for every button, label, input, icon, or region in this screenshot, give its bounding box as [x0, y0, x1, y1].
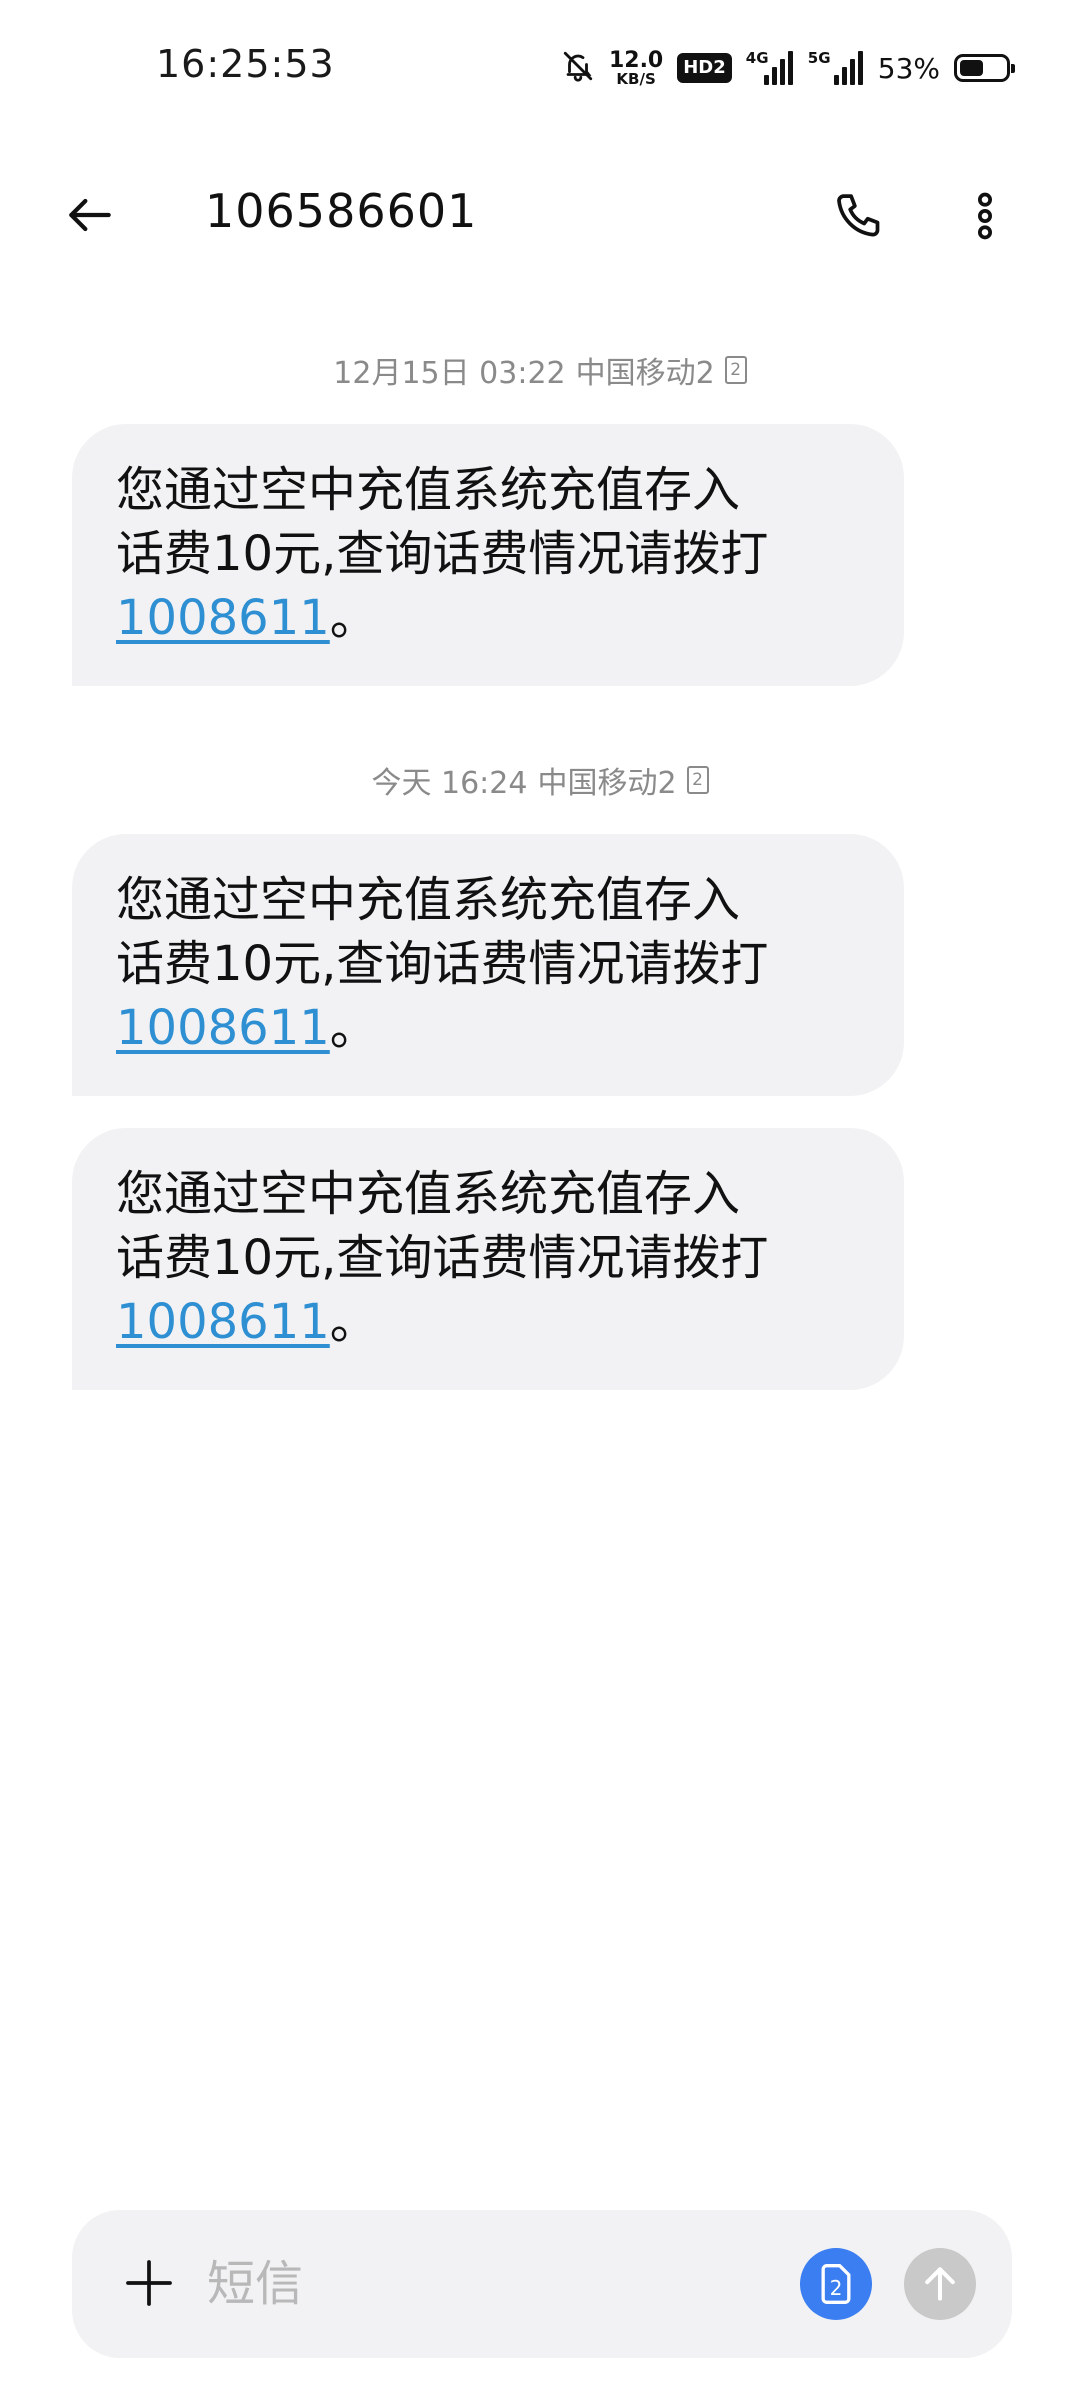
message-text-line: 您通过空中充值系统充值存入	[116, 872, 741, 928]
signal-icon: 5G	[807, 49, 864, 85]
message-time: 今天 16:24	[371, 766, 528, 801]
network-speed: 12.0 KB/S	[608, 47, 664, 88]
app-bar: 106586601	[0, 160, 1080, 270]
attach-button[interactable]	[116, 2250, 182, 2316]
plus-icon	[126, 2260, 172, 2306]
more-options-button[interactable]	[955, 186, 1015, 246]
compose-bar: 2	[72, 2210, 1012, 2358]
status-time: 16:25:53	[156, 42, 335, 86]
status-bar: 16:25:53 12.0 KB/S HD2 4G 5G 53%	[0, 0, 1080, 140]
signal-label-4g: 4G	[745, 49, 769, 67]
more-vert-icon	[977, 192, 993, 240]
message-suffix: 。	[329, 1000, 378, 1056]
message-text-line: 话费10元,查询话费情况请拨打	[116, 1230, 769, 1286]
message-time: 12月15日 03:22	[333, 356, 566, 391]
sim-card-icon: 2	[821, 2264, 851, 2304]
message-bubble[interactable]: 您通过空中充值系统充值存入 话费10元,查询话费情况请拨打 1008611。	[72, 834, 904, 1096]
hd-icon: HD2	[677, 53, 732, 83]
message-meta: 今天 16:24 中国移动2 2	[0, 758, 1080, 802]
message-bubble[interactable]: 您通过空中充值系统充值存入 话费10元,查询话费情况请拨打 1008611。	[72, 1128, 904, 1390]
message-bubble[interactable]: 您通过空中充值系统充值存入 话费10元,查询话费情况请拨打 1008611。	[72, 424, 904, 686]
message-carrier: 中国移动2	[575, 356, 715, 391]
conversation-title: 106586601	[205, 184, 478, 238]
phone-icon	[837, 194, 880, 237]
message-input[interactable]	[207, 2240, 827, 2328]
send-arrow-icon	[925, 2267, 955, 2301]
call-button[interactable]	[830, 186, 890, 246]
sim-card-icon: 2	[724, 356, 747, 384]
sim-select-button[interactable]: 2	[800, 2248, 872, 2320]
network-speed-unit: KB/S	[616, 69, 656, 88]
sim-button-label: 2	[830, 2276, 843, 2300]
bell-off-icon	[561, 49, 595, 87]
message-text-line: 您通过空中充值系统充值存入	[116, 462, 741, 518]
battery-icon	[954, 54, 1015, 82]
back-button[interactable]	[60, 185, 120, 245]
sim-card-icon: 2	[686, 766, 709, 794]
message-text-line: 话费10元,查询话费情况请拨打	[116, 936, 769, 992]
phone-link[interactable]: 1008611	[116, 1000, 330, 1056]
signal-icon: 4G	[745, 49, 794, 85]
message-meta: 12月15日 03:22 中国移动2 2	[0, 348, 1080, 392]
message-suffix: 。	[329, 1294, 378, 1350]
network-speed-value: 12.0	[608, 47, 664, 73]
back-arrow-icon	[69, 198, 111, 232]
message-text-line: 话费10元,查询话费情况请拨打	[116, 526, 769, 582]
phone-link[interactable]: 1008611	[116, 1294, 330, 1350]
phone-link[interactable]: 1008611	[116, 590, 330, 646]
message-suffix: 。	[329, 590, 378, 646]
status-icons: 12.0 KB/S HD2 4G 5G 53%	[561, 46, 1015, 90]
send-button[interactable]	[904, 2248, 976, 2320]
battery-percent: 53%	[877, 51, 940, 85]
signal-label-5g: 5G	[807, 49, 831, 67]
message-text-line: 您通过空中充值系统充值存入	[116, 1166, 741, 1222]
message-carrier: 中国移动2	[537, 766, 677, 801]
